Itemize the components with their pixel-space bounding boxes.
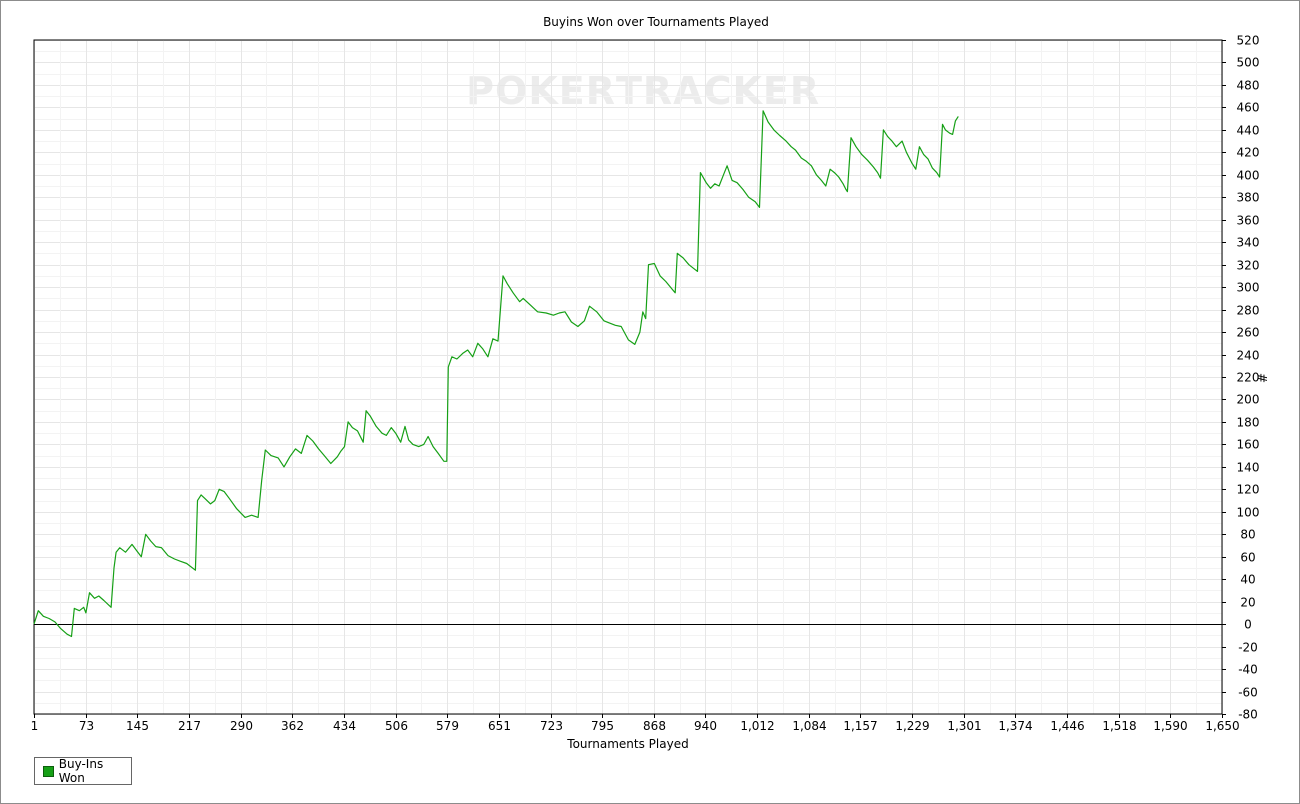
chart-title: Buyins Won over Tournaments Played bbox=[543, 15, 769, 29]
legend-label: Buy-Ins Won bbox=[58, 757, 104, 785]
y-tick-label: 400 bbox=[1237, 169, 1260, 183]
y-tick-label: 140 bbox=[1237, 461, 1260, 475]
y-tick-label: 120 bbox=[1237, 483, 1260, 497]
x-tick-label: 73 bbox=[79, 719, 94, 733]
legend: Buy-Ins Won bbox=[34, 757, 132, 785]
y-tick-label: 40 bbox=[1240, 573, 1255, 587]
x-tick-label: 1,012 bbox=[740, 719, 774, 733]
x-tick-label: 1,518 bbox=[1102, 719, 1136, 733]
y-tick-label: 200 bbox=[1237, 393, 1260, 407]
y-tick-label: 180 bbox=[1237, 416, 1260, 430]
x-tick-label: 1,301 bbox=[947, 719, 981, 733]
y-tick-label: 0 bbox=[1244, 618, 1252, 632]
y-tick-label: -40 bbox=[1238, 663, 1258, 677]
y-tick-label: 340 bbox=[1237, 236, 1260, 250]
y-tick-label: 60 bbox=[1240, 551, 1255, 565]
y-axis-label: # bbox=[1255, 373, 1269, 383]
y-tick-label: 380 bbox=[1237, 191, 1260, 205]
x-tick-label: 651 bbox=[488, 719, 511, 733]
y-tick-label: 160 bbox=[1237, 438, 1260, 452]
x-tick-label: 362 bbox=[281, 719, 304, 733]
y-tick-label: 260 bbox=[1237, 326, 1260, 340]
grid-lines bbox=[34, 40, 1223, 715]
x-tick-label: 795 bbox=[591, 719, 614, 733]
y-tick-label: 460 bbox=[1237, 101, 1260, 115]
x-tick-label: 145 bbox=[126, 719, 149, 733]
line-chart: Buyins Won over Tournaments Played POKER… bbox=[31, 15, 1269, 751]
watermark-right: TRACKER bbox=[616, 69, 820, 113]
y-tick-label: 520 bbox=[1237, 34, 1260, 48]
x-tick-label: 217 bbox=[178, 719, 201, 733]
y-tick-label: 320 bbox=[1237, 259, 1260, 273]
x-axis-ticks: 1 73 145 217 290 362 434 506 579 651 723 795 868 940 1… bbox=[31, 714, 1240, 733]
x-tick-label: 506 bbox=[385, 719, 408, 733]
x-tick-label: 1,590 bbox=[1153, 719, 1187, 733]
x-tick-label: 1,446 bbox=[1050, 719, 1084, 733]
x-tick-label: 1,650 bbox=[1205, 719, 1239, 733]
legend-swatch bbox=[43, 765, 54, 777]
x-tick-label: 868 bbox=[643, 719, 666, 733]
x-tick-label: 1,374 bbox=[998, 719, 1032, 733]
x-tick-label: 1,229 bbox=[895, 719, 929, 733]
watermark: POKER TRACKER bbox=[466, 69, 820, 113]
x-tick-label: 723 bbox=[540, 719, 563, 733]
y-tick-label: 280 bbox=[1237, 304, 1260, 318]
x-tick-label: 1 bbox=[31, 719, 39, 733]
watermark-left: POKER bbox=[466, 69, 616, 113]
y-tick-label: -80 bbox=[1238, 708, 1258, 722]
y-tick-label: 300 bbox=[1237, 281, 1260, 295]
x-tick-label: 290 bbox=[230, 719, 253, 733]
x-axis-label: Tournaments Played bbox=[566, 737, 688, 751]
y-tick-label: 240 bbox=[1237, 349, 1260, 363]
x-tick-label: 1,157 bbox=[843, 719, 877, 733]
chart-frame: Buyins Won over Tournaments Played POKER… bbox=[0, 0, 1300, 804]
x-tick-label: 1,084 bbox=[792, 719, 826, 733]
y-tick-label: 100 bbox=[1237, 506, 1260, 520]
x-tick-label: 434 bbox=[333, 719, 356, 733]
y-tick-label: 80 bbox=[1240, 528, 1255, 542]
x-tick-label: 579 bbox=[436, 719, 459, 733]
y-tick-label: -60 bbox=[1238, 686, 1258, 700]
x-tick-label: 940 bbox=[694, 719, 717, 733]
y-tick-label: 20 bbox=[1240, 596, 1255, 610]
y-tick-label: 440 bbox=[1237, 124, 1260, 138]
y-tick-label: 420 bbox=[1237, 146, 1260, 160]
y-tick-label: 480 bbox=[1237, 79, 1260, 93]
y-tick-label: 500 bbox=[1237, 56, 1260, 70]
y-tick-label: -20 bbox=[1238, 641, 1258, 655]
y-tick-label: 360 bbox=[1237, 214, 1260, 228]
y-axis-ticks: 5205004804604404204003803603403203002802… bbox=[1222, 34, 1259, 722]
